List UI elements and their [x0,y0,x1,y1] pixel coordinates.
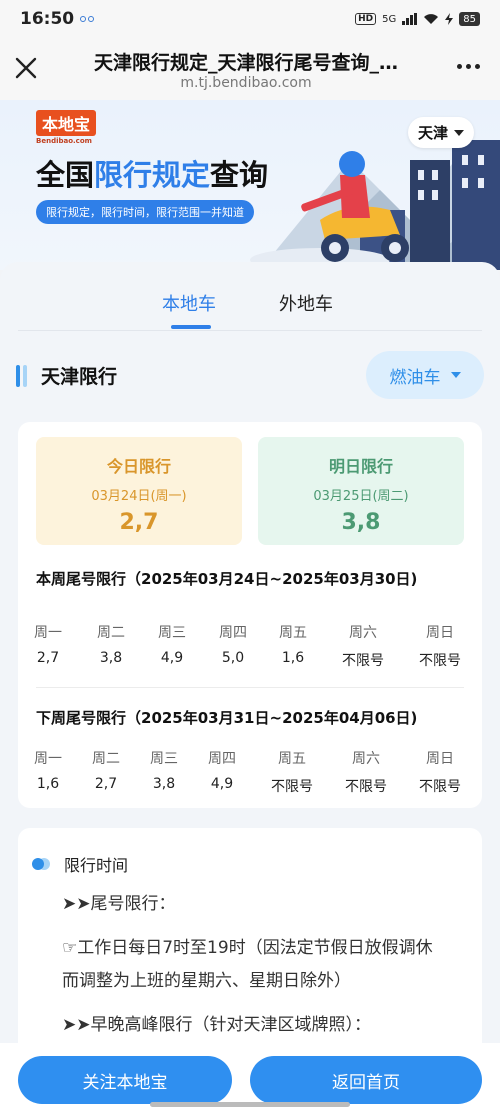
vehicle-tabs: 本地车 外地车 [0,262,500,332]
restriction-time-title: 限行时间 [64,856,129,875]
this-week-grid: 周一 2,7 周二 3,8 周三 4,9 周四 5,0 周五 1,6 周六 不限号 周日 不限… [18,622,482,672]
this-week-day: 周四 5,0 [219,625,247,666]
restriction-time-line: ➤➤尾号限行： [62,894,176,914]
page-url: m.tj.bendibao.com [180,75,312,91]
tab-local-car[interactable]: 本地车 [162,290,216,316]
page-title: 天津限行规定_天津限行尾号查询_… [93,52,398,74]
chevron-down-icon [454,129,465,136]
vehicle-type-dropdown[interactable]: 燃油车 [366,351,484,399]
network-type: 5G [382,13,397,25]
logo-subtext: Bendibao.com [36,137,92,145]
follow-button[interactable]: 关注本地宝 [18,1056,232,1104]
next-week-day: 周三 3,8 [150,751,178,792]
cloud-sync-icon [80,16,95,22]
hero-banner: 本地宝 Bendibao.com 全国限行规定查询 限行规定，限行时间，限行范围… [0,100,500,270]
bendibao-logo: 本地宝 Bendibao.com [36,110,97,145]
section-dots-icon [32,858,54,870]
status-time: 16:50 [20,9,75,29]
wifi-icon [424,14,439,24]
restriction-time-line: 而调整为上班的星期六、星期日除外） [62,971,351,991]
restriction-time-header: 限行时间 [32,852,128,876]
more-menu-icon[interactable] [457,64,480,69]
hd-icon: HD [355,13,377,25]
status-bar: 16:50 HD 5G 85 [0,0,500,38]
main-content: 本地车 外地车 天津限行 燃油车 今日限行 03月24日(周一) 2,7 明日限… [0,262,500,1111]
banner-title: 全国限行规定查询 [36,158,269,192]
today-numbers: 2,7 [119,510,159,535]
battery-icon: 85 [459,12,480,26]
active-tab-indicator [171,325,211,329]
week-divider [36,687,464,688]
this-week-day: 周三 4,9 [158,625,186,666]
status-indicators: HD 5G 85 [355,12,480,26]
vehicle-type-label: 燃油车 [389,367,441,388]
next-week-grid: 周一 1,6 周二 2,7 周三 3,8 周四 4,9 周五 不限号 周六 不限号 周日 不限… [18,748,482,798]
next-week-title: 下周尾号限行（2025年03月31日~2025年04月06日) [36,709,418,727]
this-week-day: 周五 1,6 [279,625,307,666]
tomorrow-label: 明日限行 [328,457,393,476]
today-restriction: 今日限行 03月24日(周一) 2,7 [36,437,242,545]
restriction-time-line: ☞工作日每日7时至19时（因法定节假日放假调休 [62,938,433,958]
this-week-day: 周日 不限号 [419,625,461,669]
next-week-day: 周五 不限号 [271,751,313,795]
tabs-divider [18,330,482,331]
tomorrow-date: 03月25日(周二) [313,489,409,504]
signal-icon [402,13,418,25]
this-week-day: 周二 3,8 [97,625,125,666]
tomorrow-numbers: 3,8 [341,510,381,535]
next-week-day: 周一 1,6 [34,751,62,792]
tab-nonlocal-car[interactable]: 外地车 [279,290,333,316]
restriction-time-line: ➤➤早晚高峰限行（针对天津区域牌照）： [62,1015,371,1035]
browser-nav-bar: 天津限行规定_天津限行尾号查询_… m.tj.bendibao.com [0,38,500,100]
city-label: 天津 [418,124,449,142]
chevron-down-icon [450,372,461,378]
today-label: 今日限行 [106,457,171,476]
section-title: 天津限行 [41,366,118,388]
tomorrow-restriction: 明日限行 03月25日(周二) 3,8 [258,437,464,545]
next-week-day: 周二 2,7 [92,751,120,792]
this-week-day: 周一 2,7 [34,625,62,666]
home-button[interactable]: 返回首页 [250,1056,482,1104]
today-date: 03月24日(周一) [91,489,187,504]
restriction-info-card: 今日限行 03月24日(周一) 2,7 明日限行 03月25日(周二) 3,8 … [18,422,482,808]
next-week-day: 周六 不限号 [345,751,387,795]
this-week-title: 本周尾号限行（2025年03月24日~2025年03月30日) [36,570,418,588]
next-week-day: 周四 4,9 [208,751,236,792]
charging-icon [445,13,454,25]
section-header: 天津限行 [16,362,117,389]
close-icon[interactable] [12,54,40,82]
banner-subtitle: 限行规定，限行时间，限行范围一并知道 [36,200,254,224]
home-indicator [150,1102,350,1107]
next-week-day: 周日 不限号 [419,751,461,795]
this-week-day: 周六 不限号 [342,625,384,669]
section-marker-icon [16,364,27,387]
logo-text: 本地宝 [36,110,97,136]
city-selector[interactable]: 天津 [408,117,475,148]
bottom-action-bar: 关注本地宝 返回首页 [0,1043,500,1111]
